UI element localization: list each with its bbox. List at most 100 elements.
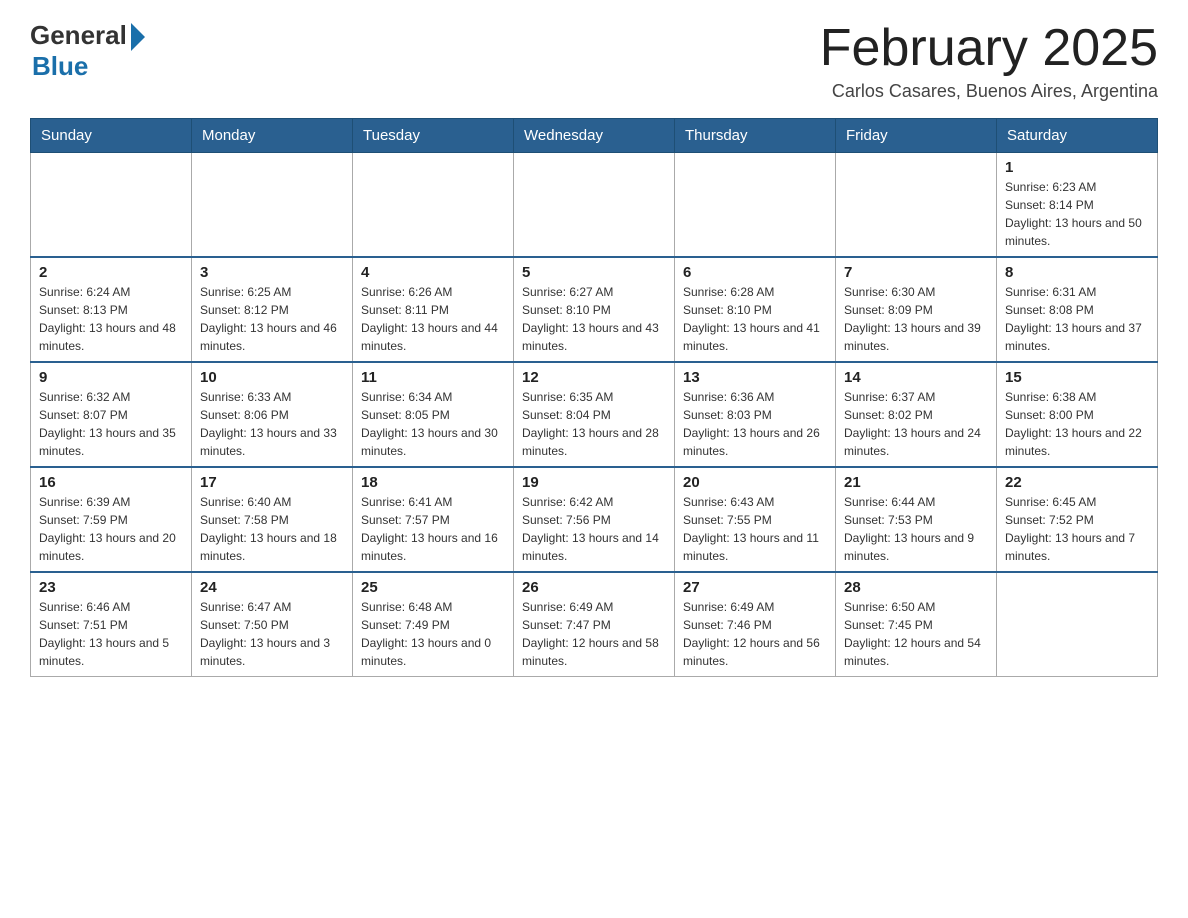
day-number: 25 bbox=[361, 579, 505, 596]
day-number: 7 bbox=[844, 264, 988, 281]
calendar-cell: 5 Sunrise: 6:27 AMSunset: 8:10 PMDaylight… bbox=[514, 257, 675, 362]
day-number: 27 bbox=[683, 579, 827, 596]
day-number: 21 bbox=[844, 474, 988, 491]
day-number: 8 bbox=[1005, 264, 1149, 281]
calendar-cell: 20 Sunrise: 6:43 AMSunset: 7:55 PMDayligh… bbox=[675, 467, 836, 572]
weekday-header-friday: Friday bbox=[836, 119, 997, 153]
day-info: Sunrise: 6:49 AMSunset: 7:46 PMDaylight:… bbox=[683, 598, 827, 670]
day-number: 4 bbox=[361, 264, 505, 281]
logo-triangle-icon bbox=[131, 23, 145, 51]
day-number: 2 bbox=[39, 264, 183, 281]
calendar-cell bbox=[353, 153, 514, 258]
calendar-cell: 2 Sunrise: 6:24 AMSunset: 8:13 PMDaylight… bbox=[31, 257, 192, 362]
calendar-cell bbox=[31, 153, 192, 258]
week-row-4: 16 Sunrise: 6:39 AMSunset: 7:59 PMDayligh… bbox=[31, 467, 1158, 572]
calendar-cell: 23 Sunrise: 6:46 AMSunset: 7:51 PMDayligh… bbox=[31, 572, 192, 677]
day-info: Sunrise: 6:30 AMSunset: 8:09 PMDaylight:… bbox=[844, 283, 988, 355]
day-number: 28 bbox=[844, 579, 988, 596]
week-row-2: 2 Sunrise: 6:24 AMSunset: 8:13 PMDaylight… bbox=[31, 257, 1158, 362]
day-number: 20 bbox=[683, 474, 827, 491]
day-info: Sunrise: 6:46 AMSunset: 7:51 PMDaylight:… bbox=[39, 598, 183, 670]
calendar-table: SundayMondayTuesdayWednesdayThursdayFrid… bbox=[30, 118, 1158, 677]
day-number: 22 bbox=[1005, 474, 1149, 491]
day-info: Sunrise: 6:36 AMSunset: 8:03 PMDaylight:… bbox=[683, 388, 827, 460]
day-number: 13 bbox=[683, 369, 827, 386]
calendar-cell: 27 Sunrise: 6:49 AMSunset: 7:46 PMDayligh… bbox=[675, 572, 836, 677]
day-info: Sunrise: 6:40 AMSunset: 7:58 PMDaylight:… bbox=[200, 493, 344, 565]
day-number: 19 bbox=[522, 474, 666, 491]
day-number: 11 bbox=[361, 369, 505, 386]
calendar-cell: 1Sunrise: 6:23 AMSunset: 8:14 PMDaylight… bbox=[997, 153, 1158, 258]
day-info: Sunrise: 6:39 AMSunset: 7:59 PMDaylight:… bbox=[39, 493, 183, 565]
day-info: Sunrise: 6:27 AMSunset: 8:10 PMDaylight:… bbox=[522, 283, 666, 355]
day-info: Sunrise: 6:48 AMSunset: 7:49 PMDaylight:… bbox=[361, 598, 505, 670]
calendar-cell bbox=[997, 572, 1158, 677]
day-number: 16 bbox=[39, 474, 183, 491]
day-number: 15 bbox=[1005, 369, 1149, 386]
day-info: Sunrise: 6:42 AMSunset: 7:56 PMDaylight:… bbox=[522, 493, 666, 565]
weekday-header-saturday: Saturday bbox=[997, 119, 1158, 153]
day-number: 3 bbox=[200, 264, 344, 281]
day-number: 5 bbox=[522, 264, 666, 281]
day-number: 23 bbox=[39, 579, 183, 596]
day-info: Sunrise: 6:24 AMSunset: 8:13 PMDaylight:… bbox=[39, 283, 183, 355]
day-number: 1 bbox=[1005, 159, 1149, 176]
calendar-cell: 6 Sunrise: 6:28 AMSunset: 8:10 PMDaylight… bbox=[675, 257, 836, 362]
weekday-header-thursday: Thursday bbox=[675, 119, 836, 153]
calendar-cell: 24 Sunrise: 6:47 AMSunset: 7:50 PMDayligh… bbox=[192, 572, 353, 677]
calendar-cell bbox=[836, 153, 997, 258]
day-info: Sunrise: 6:47 AMSunset: 7:50 PMDaylight:… bbox=[200, 598, 344, 670]
calendar-cell: 14Sunrise: 6:37 AMSunset: 8:02 PMDayligh… bbox=[836, 362, 997, 467]
day-number: 26 bbox=[522, 579, 666, 596]
calendar-cell: 12 Sunrise: 6:35 AMSunset: 8:04 PMDayligh… bbox=[514, 362, 675, 467]
day-info: Sunrise: 6:50 AMSunset: 7:45 PMDaylight:… bbox=[844, 598, 988, 670]
calendar-cell: 3 Sunrise: 6:25 AMSunset: 8:12 PMDaylight… bbox=[192, 257, 353, 362]
title-area: February 2025 Carlos Casares, Buenos Air… bbox=[820, 20, 1158, 102]
day-number: 18 bbox=[361, 474, 505, 491]
day-number: 10 bbox=[200, 369, 344, 386]
calendar-cell: 7 Sunrise: 6:30 AMSunset: 8:09 PMDaylight… bbox=[836, 257, 997, 362]
day-number: 24 bbox=[200, 579, 344, 596]
calendar-cell: 9Sunrise: 6:32 AMSunset: 8:07 PMDaylight… bbox=[31, 362, 192, 467]
calendar-cell: 18 Sunrise: 6:41 AMSunset: 7:57 PMDayligh… bbox=[353, 467, 514, 572]
day-number: 17 bbox=[200, 474, 344, 491]
calendar-cell: 22 Sunrise: 6:45 AMSunset: 7:52 PMDayligh… bbox=[997, 467, 1158, 572]
day-info: Sunrise: 6:25 AMSunset: 8:12 PMDaylight:… bbox=[200, 283, 344, 355]
calendar-cell bbox=[192, 153, 353, 258]
weekday-header-monday: Monday bbox=[192, 119, 353, 153]
calendar-cell: 17 Sunrise: 6:40 AMSunset: 7:58 PMDayligh… bbox=[192, 467, 353, 572]
day-info: Sunrise: 6:34 AMSunset: 8:05 PMDaylight:… bbox=[361, 388, 505, 460]
day-info: Sunrise: 6:26 AMSunset: 8:11 PMDaylight:… bbox=[361, 283, 505, 355]
calendar-cell: 28 Sunrise: 6:50 AMSunset: 7:45 PMDayligh… bbox=[836, 572, 997, 677]
day-info: Sunrise: 6:49 AMSunset: 7:47 PMDaylight:… bbox=[522, 598, 666, 670]
calendar-cell bbox=[675, 153, 836, 258]
logo-general-text: General bbox=[30, 20, 127, 51]
weekday-header-wednesday: Wednesday bbox=[514, 119, 675, 153]
day-info: Sunrise: 6:38 AMSunset: 8:00 PMDaylight:… bbox=[1005, 388, 1149, 460]
day-number: 14 bbox=[844, 369, 988, 386]
calendar-cell: 13 Sunrise: 6:36 AMSunset: 8:03 PMDayligh… bbox=[675, 362, 836, 467]
logo: General Blue bbox=[30, 20, 145, 82]
weekday-header-sunday: Sunday bbox=[31, 119, 192, 153]
day-info: Sunrise: 6:35 AMSunset: 8:04 PMDaylight:… bbox=[522, 388, 666, 460]
calendar-cell: 26 Sunrise: 6:49 AMSunset: 7:47 PMDayligh… bbox=[514, 572, 675, 677]
calendar-cell: 8 Sunrise: 6:31 AMSunset: 8:08 PMDaylight… bbox=[997, 257, 1158, 362]
day-info: Sunrise: 6:31 AMSunset: 8:08 PMDaylight:… bbox=[1005, 283, 1149, 355]
calendar-cell: 11 Sunrise: 6:34 AMSunset: 8:05 PMDayligh… bbox=[353, 362, 514, 467]
calendar-cell: 19 Sunrise: 6:42 AMSunset: 7:56 PMDayligh… bbox=[514, 467, 675, 572]
day-info: Sunrise: 6:41 AMSunset: 7:57 PMDaylight:… bbox=[361, 493, 505, 565]
day-info: Sunrise: 6:45 AMSunset: 7:52 PMDaylight:… bbox=[1005, 493, 1149, 565]
day-number: 9 bbox=[39, 369, 183, 386]
calendar-cell: 25 Sunrise: 6:48 AMSunset: 7:49 PMDayligh… bbox=[353, 572, 514, 677]
header: General Blue February 2025 Carlos Casare… bbox=[30, 20, 1158, 102]
calendar-cell: 10 Sunrise: 6:33 AMSunset: 8:06 PMDayligh… bbox=[192, 362, 353, 467]
location-subtitle: Carlos Casares, Buenos Aires, Argentina bbox=[820, 81, 1158, 102]
day-info: Sunrise: 6:33 AMSunset: 8:06 PMDaylight:… bbox=[200, 388, 344, 460]
day-info: Sunrise: 6:28 AMSunset: 8:10 PMDaylight:… bbox=[683, 283, 827, 355]
day-number: 6 bbox=[683, 264, 827, 281]
calendar-cell bbox=[514, 153, 675, 258]
day-info: Sunrise: 6:43 AMSunset: 7:55 PMDaylight:… bbox=[683, 493, 827, 565]
calendar-cell: 15 Sunrise: 6:38 AMSunset: 8:00 PMDayligh… bbox=[997, 362, 1158, 467]
day-number: 12 bbox=[522, 369, 666, 386]
calendar-cell: 21Sunrise: 6:44 AMSunset: 7:53 PMDayligh… bbox=[836, 467, 997, 572]
